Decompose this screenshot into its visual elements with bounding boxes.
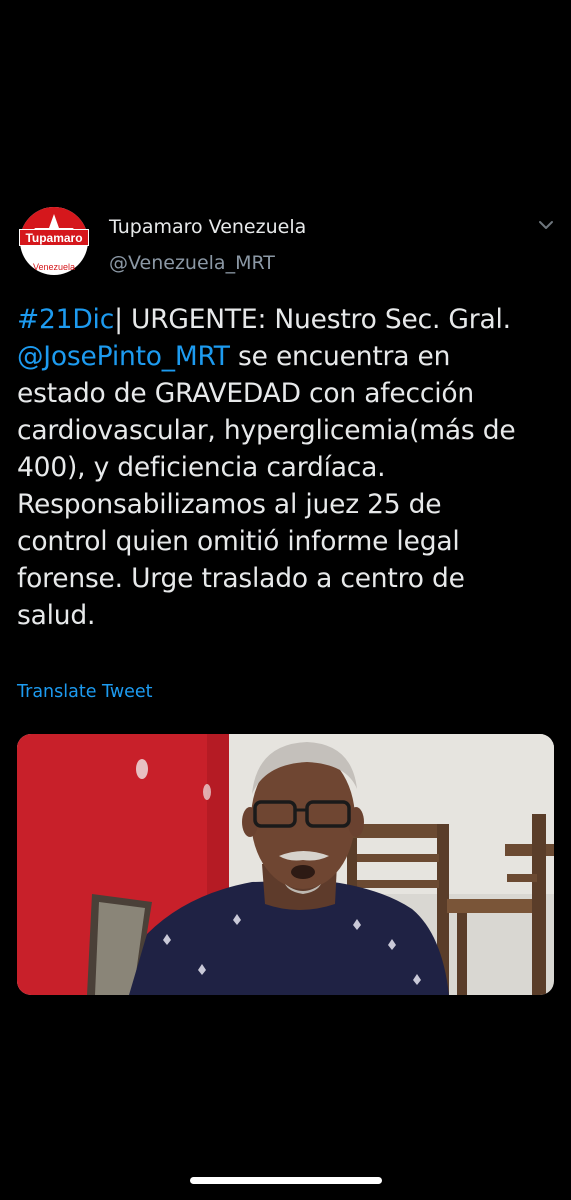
mention-link[interactable]: @JosePinto_MRT [17,341,230,372]
home-indicator[interactable] [190,1177,382,1184]
avatar-logo-text-top: Tupamaro [25,231,82,245]
tweet-text-line: Responsabilizamos al juez 25 de [17,489,442,520]
author-name[interactable]: Tupamaro Venezuela [109,216,306,238]
tweet-text: #21Dic| URGENTE: Nuestro Sec. Gral. @Jos… [17,301,562,634]
avatar-logo-text-bottom: Venezuela [33,262,75,272]
author-handle[interactable]: @Venezuela_MRT [109,252,275,274]
tweet[interactable]: Tupamaro Venezuela Tupamaro Venezuela @V… [17,204,557,995]
tweet-text-line: forense. Urge traslado a centro de [17,563,465,594]
tweet-text-line: 400), y deficiencia cardíaca. [17,452,386,483]
chevron-down-icon[interactable] [537,218,555,232]
tweet-text-line: @JosePinto_MRT se encuentra en [17,341,451,372]
tweet-text-line: cardiovascular, hyperglicemia(más de [17,415,516,446]
tweet-text-line: control quien omitió informe legal [17,526,460,557]
tweet-text-line: salud. [17,600,96,631]
hashtag-link[interactable]: #21Dic [17,304,114,335]
tweet-header: Tupamaro Venezuela Tupamaro Venezuela @V… [17,204,557,284]
tweet-media-image[interactable] [17,734,554,995]
tweet-text-line: #21Dic| URGENTE: Nuestro Sec. Gral. [17,304,511,335]
translate-tweet-link[interactable]: Translate Tweet [17,682,153,702]
media-photo [17,734,554,995]
tweet-text-line: estado de GRAVEDAD con afección [17,378,475,409]
avatar[interactable]: Tupamaro Venezuela [19,204,89,280]
